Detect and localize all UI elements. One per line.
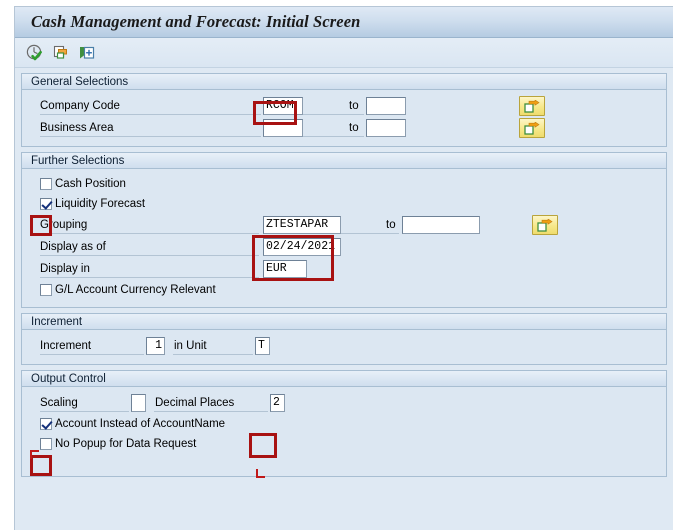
decimal-places-input[interactable]: 2 [270, 394, 285, 412]
group-header-further-selections: Further Selections [22, 152, 666, 169]
get-variant-button[interactable] [48, 41, 74, 65]
execute-button[interactable] [22, 41, 48, 65]
application-window: Cash Management and Forecast: Initial Sc… [14, 6, 673, 530]
label-gl-account-currency-relevant: G/L Account Currency Relevant [55, 284, 216, 296]
group-output-control: Output Control Scaling Decimal Places 2 … [21, 370, 667, 477]
in-unit-input[interactable]: T [255, 337, 270, 355]
save-variant-button[interactable] [74, 41, 100, 65]
display-in-input[interactable]: EUR [263, 260, 307, 278]
increment-input[interactable]: 1 [146, 337, 165, 355]
label-liquidity-forecast: Liquidity Forecast [55, 198, 146, 210]
account-instead-of-accountname-checkbox[interactable] [40, 418, 52, 430]
copy-variant-icon [53, 45, 67, 59]
multi-selection-arrow-icon [537, 218, 553, 232]
label-display-in: Display in [40, 262, 90, 275]
toolbar [15, 38, 673, 68]
gl-account-currency-relevant-checkbox[interactable] [40, 284, 52, 296]
label-business-area-to: to [303, 120, 364, 137]
multi-selection-arrow-icon [524, 121, 540, 135]
checkbox-row-liquidity-forecast[interactable]: Liquidity Forecast [22, 194, 666, 214]
checkbox-row-cash-position[interactable]: Cash Position [22, 174, 666, 194]
group-body-output-control: Scaling Decimal Places 2 Account Instead… [22, 387, 666, 476]
business-area-input[interactable] [263, 119, 303, 137]
checkbox-row-no-popup-for-data-request[interactable]: No Popup for Data Request [22, 434, 666, 454]
label-scaling: Scaling [40, 396, 78, 409]
scaling-input[interactable] [131, 394, 146, 412]
label-company-code-to: to [303, 98, 364, 115]
checkbox-row-gl-account-currency-relevant[interactable]: G/L Account Currency Relevant [22, 280, 666, 300]
label-account-instead-of-accountname: Account Instead of AccountName [55, 418, 226, 430]
label-grouping-to: to [341, 217, 399, 234]
label-company-code: Company Code [40, 99, 120, 112]
grouping-multi-select-button[interactable] [532, 215, 558, 235]
grouping-to-input[interactable] [402, 216, 480, 234]
group-header-general-selections: General Selections [22, 73, 666, 90]
selection-screen-content: General Selections Company Code RCOM to [15, 68, 673, 477]
label-business-area: Business Area [40, 121, 114, 134]
business-area-multi-select-button[interactable] [519, 118, 545, 138]
display-as-of-input[interactable]: 02/24/2021 [263, 238, 341, 256]
group-header-output-control: Output Control [22, 370, 666, 387]
row-company-code: Company Code RCOM to [22, 95, 666, 117]
grouping-input[interactable]: ZTESTAPAR [263, 216, 341, 234]
group-increment: Increment Increment 1 in Unit T [21, 313, 667, 365]
company-code-input[interactable]: RCOM [263, 97, 303, 115]
business-area-to-input[interactable] [366, 119, 406, 137]
group-body-further-selections: Cash Position Liquidity Forecast Groupin… [22, 169, 666, 307]
multi-selection-arrow-icon [524, 99, 540, 113]
label-cash-position: Cash Position [55, 178, 126, 190]
group-body-general-selections: Company Code RCOM to Business Area to [22, 90, 666, 146]
group-general-selections: General Selections Company Code RCOM to [21, 73, 667, 147]
group-title: Increment [31, 315, 83, 328]
group-body-increment: Increment 1 in Unit T [22, 330, 666, 364]
label-decimal-places: Decimal Places [155, 396, 235, 409]
save-variant-icon [80, 46, 95, 59]
group-title: General Selections [31, 75, 129, 88]
label-in-unit: in Unit [174, 339, 207, 352]
row-grouping: Grouping ZTESTAPAR to [22, 214, 666, 236]
label-display-as-of: Display as of [40, 240, 106, 253]
no-popup-for-data-request-checkbox[interactable] [40, 438, 52, 450]
row-display-in: Display in EUR [22, 258, 666, 280]
group-title: Output Control [31, 372, 106, 385]
liquidity-forecast-checkbox[interactable] [40, 198, 52, 210]
cash-position-checkbox[interactable] [40, 178, 52, 190]
title-bar: Cash Management and Forecast: Initial Sc… [15, 7, 673, 38]
label-increment: Increment [40, 339, 92, 352]
company-code-multi-select-button[interactable] [519, 96, 545, 116]
row-scaling-decimal-places: Scaling Decimal Places 2 [22, 392, 666, 414]
group-title: Further Selections [31, 154, 125, 167]
group-header-increment: Increment [22, 313, 666, 330]
row-increment: Increment 1 in Unit T [22, 335, 666, 357]
company-code-to-input[interactable] [366, 97, 406, 115]
label-no-popup-for-data-request: No Popup for Data Request [55, 438, 197, 450]
row-display-as-of: Display as of 02/24/2021 [22, 236, 666, 258]
execute-clock-check-icon [26, 44, 42, 60]
label-grouping: Grouping [40, 218, 88, 231]
group-further-selections: Further Selections Cash Position Liquidi… [21, 152, 667, 308]
row-business-area: Business Area to [22, 117, 666, 139]
checkbox-row-account-instead-of-accountname[interactable]: Account Instead of AccountName [22, 414, 666, 434]
page-title: Cash Management and Forecast: Initial Sc… [31, 12, 361, 31]
